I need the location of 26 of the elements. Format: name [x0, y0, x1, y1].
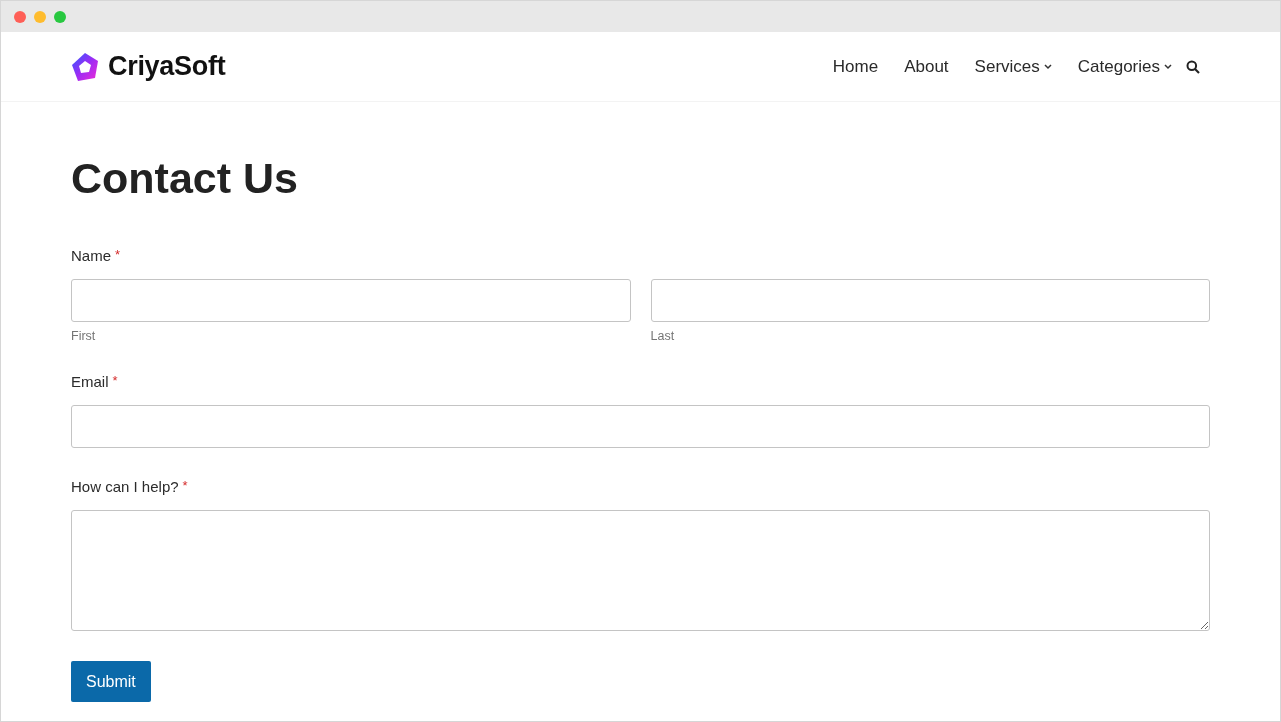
input-sublabel: Last — [650, 329, 676, 343]
caret-icon — [1164, 63, 1172, 70]
maximize-dot[interactable] — [54, 10, 66, 23]
logo-icon — [70, 51, 100, 82]
field-label: Name — [71, 247, 111, 264]
caret-icon — [1043, 63, 1052, 70]
nav-link[interactable]: Categories — [1077, 56, 1172, 77]
text-input[interactable] — [650, 279, 1210, 322]
brand-name: CriyaSoft — [108, 51, 226, 82]
submit-button[interactable]: Submit — [71, 661, 151, 702]
search-icon[interactable] — [1186, 59, 1200, 74]
text-input[interactable] — [71, 279, 631, 322]
field-label: How can I help? — [71, 478, 179, 495]
required-mark: * — [182, 478, 188, 495]
nav-link[interactable]: About — [904, 56, 949, 77]
message-textarea[interactable] — [71, 510, 1210, 631]
input-sublabel: First — [71, 329, 97, 343]
email-input[interactable] — [71, 405, 1210, 448]
nav-link[interactable]: Home — [832, 56, 879, 77]
minimize-dot[interactable] — [34, 10, 46, 23]
required-mark: * — [115, 247, 121, 264]
page-title: Contact Us — [71, 154, 299, 203]
field-label: Email — [71, 373, 109, 390]
required-mark: * — [112, 373, 118, 390]
close-dot[interactable] — [14, 10, 26, 23]
nav-link[interactable]: Services — [974, 56, 1052, 77]
